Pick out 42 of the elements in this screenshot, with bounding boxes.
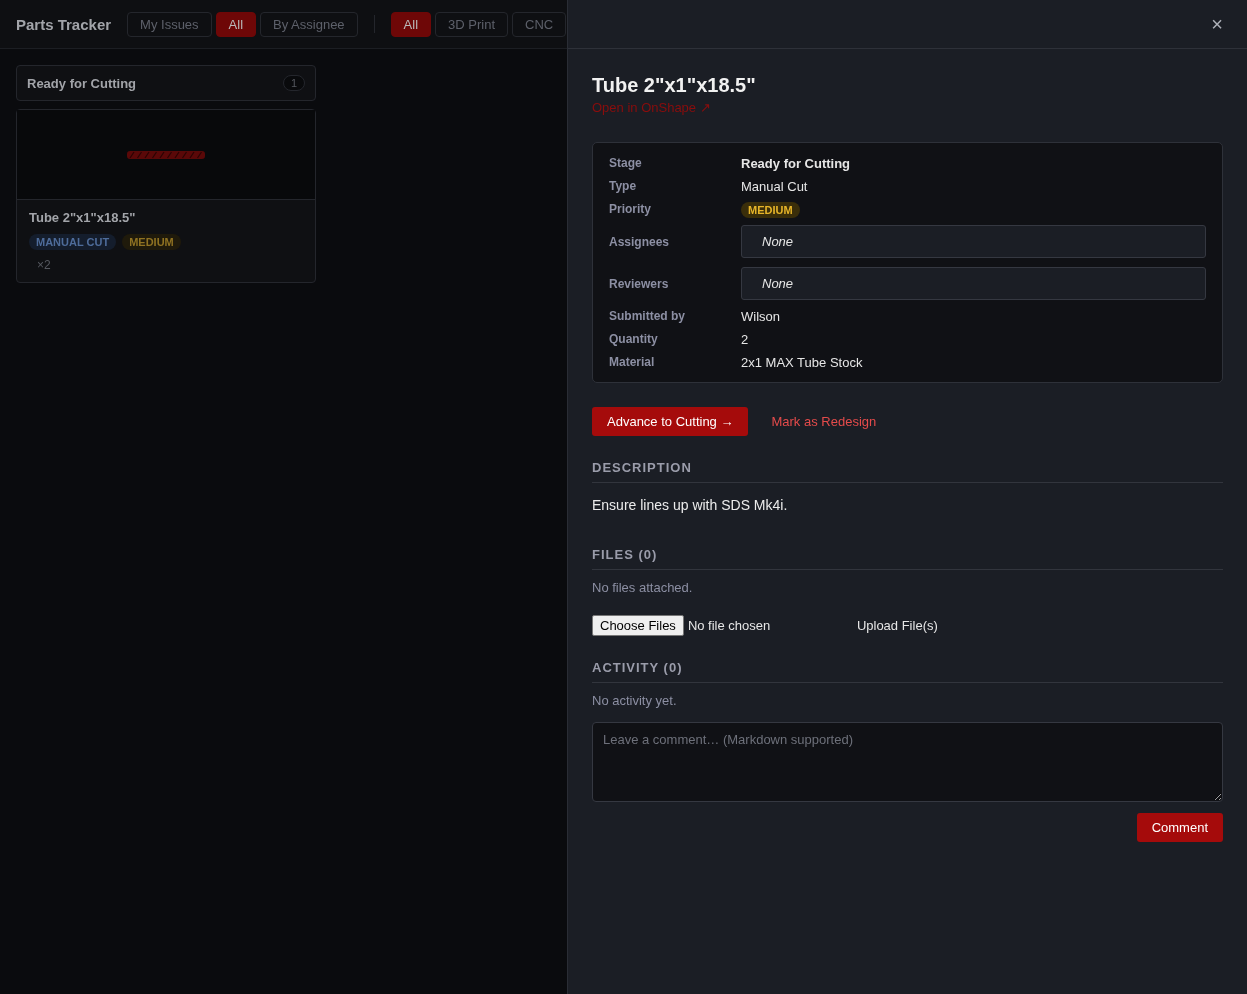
- field-label: Reviewers: [609, 276, 670, 291]
- activity-empty-text: No activity yet.: [592, 693, 678, 708]
- field-label: Assignees: [609, 234, 671, 249]
- upload-button[interactable]: Upload File(s): [856, 618, 938, 633]
- field-value: Ready for Cutting: [741, 155, 852, 171]
- tube-icon: [126, 148, 206, 161]
- field-label: Submitted by: [609, 309, 686, 323]
- tag: MEDIUM: [122, 234, 181, 250]
- section-heading: ACTIVITY (0): [592, 660, 1223, 683]
- comment-field[interactable]: Leave a comment… (Markdown supported): [592, 722, 1223, 802]
- field-value: 2: [741, 331, 750, 347]
- part-card[interactable]: Tube 2"x1"x18.5" MANUAL CUT MEDIUM ×2: [16, 109, 316, 283]
- choose-files-button[interactable]: Choose Files: [592, 615, 684, 636]
- column-title: Ready for Cutting: [27, 75, 137, 91]
- quantity: ×2: [37, 258, 52, 272]
- type-tab[interactable]: All: [390, 11, 432, 37]
- redesign-button[interactable]: Mark as Redesign: [756, 407, 892, 436]
- advance-button[interactable]: Advance to Cutting →: [592, 407, 749, 436]
- comment-button[interactable]: Comment: [1136, 813, 1223, 842]
- section-heading: FILES (0): [592, 547, 1223, 570]
- app-title: Parts Tracker: [16, 15, 112, 33]
- people-picker[interactable]: None: [741, 225, 1206, 258]
- field-value: Manual Cut: [741, 178, 809, 194]
- filter-tab[interactable]: All: [215, 11, 257, 37]
- field-label: Stage: [609, 156, 643, 170]
- priority-badge: MEDIUM: [741, 201, 800, 218]
- card-title: Tube 2"x1"x18.5": [29, 210, 137, 225]
- file-status: No file chosen: [687, 618, 772, 633]
- files-empty-text: No files attached.: [592, 580, 694, 595]
- field-label: Material: [609, 355, 656, 369]
- field-label: Priority: [609, 202, 652, 216]
- description-text: Ensure lines up with SDS Mk4i.: [592, 497, 789, 513]
- field-label: Quantity: [609, 332, 659, 346]
- field-value: 2x1 MAX Tube Stock: [741, 354, 864, 370]
- tag: MANUAL CUT: [29, 234, 117, 250]
- field-label: Type: [609, 179, 638, 193]
- field-value: Wilson: [741, 308, 781, 324]
- part-title: Tube 2"x1"x18.5": [592, 74, 757, 97]
- section-heading: DESCRIPTION: [592, 460, 1223, 483]
- close-button[interactable]: ×: [1207, 12, 1227, 36]
- people-picker[interactable]: None: [741, 267, 1206, 300]
- count-badge: 1: [282, 75, 305, 91]
